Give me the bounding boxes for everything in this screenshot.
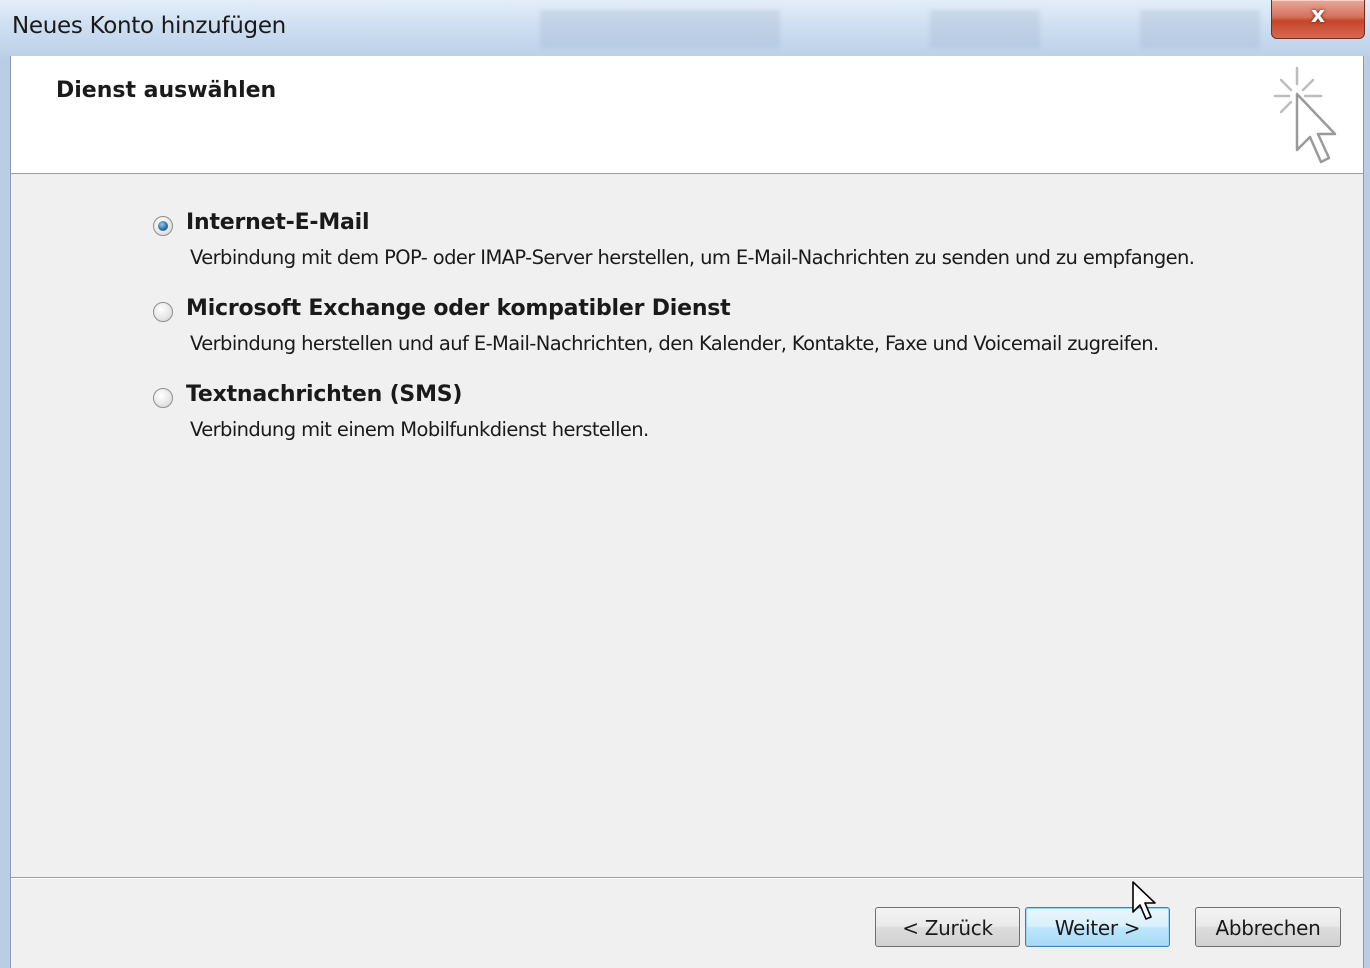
wizard-header: Dienst auswählen [11,56,1363,174]
radio-internet-email[interactable] [153,216,173,236]
background-blur [1140,10,1260,48]
option-description: Verbindung herstellen und auf E-Mail-Nac… [190,332,1159,355]
wizard-cursor-sparkle-icon [1273,66,1337,164]
close-button[interactable]: x [1271,0,1365,39]
back-button[interactable]: < Zurück [875,907,1020,947]
dialog-content: Dienst auswählen Internet-E-Mail Verbind… [10,56,1364,968]
page-title: Dienst auswählen [56,78,277,103]
background-blur [540,10,780,48]
close-icon: x [1310,3,1326,28]
background-blur [930,10,1040,48]
option-label[interactable]: Internet-E-Mail [186,210,370,235]
window-title: Neues Konto hinzufügen [12,13,286,39]
dialog-window: Neues Konto hinzufügen x Dienst auswähle… [0,0,1370,968]
option-description: Verbindung mit einem Mobilfunkdienst her… [190,418,649,441]
option-description: Verbindung mit dem POP- oder IMAP-Server… [190,246,1195,269]
mouse-cursor-icon [1132,881,1156,920]
footer-divider [11,877,1363,879]
title-bar[interactable]: Neues Konto hinzufügen x [0,0,1370,56]
cancel-button[interactable]: Abbrechen [1195,907,1341,947]
radio-exchange[interactable] [153,302,173,322]
option-label[interactable]: Textnachrichten (SMS) [186,382,462,407]
radio-sms[interactable] [153,388,173,408]
option-label[interactable]: Microsoft Exchange oder kompatibler Dien… [186,296,731,321]
